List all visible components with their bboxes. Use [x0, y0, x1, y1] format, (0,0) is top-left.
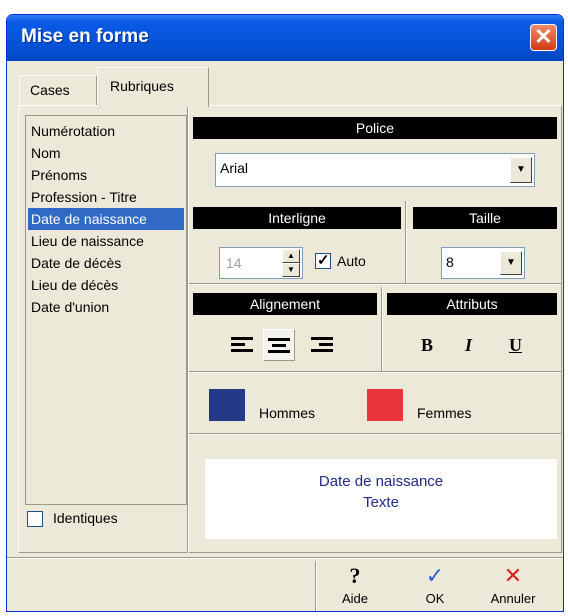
chevron-down-icon[interactable]: ▼	[510, 157, 532, 183]
preview-box: Date de naissance Texte	[205, 459, 557, 539]
taille-header: Taille	[413, 207, 557, 229]
interligne-header: Interligne	[193, 207, 401, 229]
interligne-value: 14	[226, 255, 242, 271]
identiques-checkbox[interactable]	[27, 511, 43, 527]
aide-button[interactable]: ? Aide	[325, 561, 385, 606]
fields-list[interactable]: Numérotation Nom Prénoms Profession - Ti…	[25, 115, 187, 505]
tab-rubriques-label: Rubriques	[110, 78, 174, 94]
list-item[interactable]: Date d'union	[28, 296, 184, 318]
divider	[405, 201, 407, 283]
hommes-label: Hommes	[259, 405, 316, 421]
alignement-header: Alignement	[193, 293, 377, 315]
list-item[interactable]: Lieu de décès	[28, 274, 184, 296]
femmes-color-swatch[interactable]	[367, 389, 403, 421]
title-bar[interactable]: Mise en forme ✕	[7, 15, 563, 61]
tab-cases-label: Cases	[30, 82, 70, 98]
align-center-icon	[268, 338, 290, 353]
italic-button[interactable]: I	[465, 335, 472, 356]
taille-select[interactable]: 8 ▼	[441, 247, 525, 279]
list-item[interactable]: Nom	[28, 142, 184, 164]
hommes-color-swatch[interactable]	[209, 389, 245, 421]
list-item[interactable]: Profession - Titre	[28, 186, 184, 208]
close-icon[interactable]: ✕	[530, 24, 557, 51]
align-left-icon[interactable]	[231, 337, 253, 352]
align-right-icon[interactable]	[311, 337, 333, 352]
taille-value: 8	[446, 254, 454, 270]
divider	[189, 433, 561, 435]
femmes-label: Femmes	[417, 405, 472, 421]
list-item[interactable]: Date de décès	[28, 252, 184, 274]
auto-checkbox[interactable]	[315, 251, 331, 269]
toolbar-divider	[7, 557, 563, 559]
help-icon: ?	[349, 563, 361, 588]
list-item-selected[interactable]: Date de naissance	[28, 208, 184, 230]
ok-button[interactable]: ✓ OK	[405, 561, 465, 606]
identiques-label: Identiques	[53, 510, 118, 526]
police-header: Police	[193, 117, 557, 139]
preview-line-1: Date de naissance	[318, 473, 444, 490]
font-value: Arial	[220, 160, 249, 176]
font-select[interactable]: Arial ▼	[215, 153, 535, 187]
auto-label: Auto	[337, 253, 366, 269]
dialog-window: Mise en forme ✕ Cases Rubriques Numérota…	[6, 14, 564, 612]
divider	[189, 283, 561, 285]
divider	[315, 561, 317, 611]
aide-label: Aide	[341, 591, 369, 606]
check-icon: ✓	[425, 563, 445, 588]
spin-down-icon[interactable]: ▼	[282, 263, 300, 277]
annuler-label: Annuler	[490, 591, 536, 606]
attributs-header: Attributs	[387, 293, 557, 315]
spin-up-icon[interactable]: ▲	[282, 249, 300, 263]
divider	[187, 107, 189, 553]
chevron-down-icon[interactable]: ▼	[500, 251, 522, 275]
list-item[interactable]: Prénoms	[28, 164, 184, 186]
cancel-icon: ✕	[503, 563, 523, 588]
tab-rubriques[interactable]: Rubriques	[97, 67, 209, 107]
annuler-button[interactable]: ✕ Annuler	[483, 561, 543, 606]
ok-label: OK	[425, 591, 445, 606]
interligne-spinner[interactable]: 14 ▲ ▼	[219, 247, 303, 279]
list-item[interactable]: Numérotation	[28, 120, 184, 142]
preview-line-2: Texte	[363, 494, 399, 511]
window-title: Mise en forme	[21, 26, 149, 47]
underline-button[interactable]: U	[509, 335, 522, 356]
bold-button[interactable]: B	[421, 335, 433, 356]
list-item[interactable]: Lieu de naissance	[28, 230, 184, 252]
divider	[189, 371, 561, 373]
divider	[381, 287, 383, 371]
align-center-button[interactable]	[263, 329, 295, 361]
tab-cases[interactable]: Cases	[19, 75, 97, 105]
